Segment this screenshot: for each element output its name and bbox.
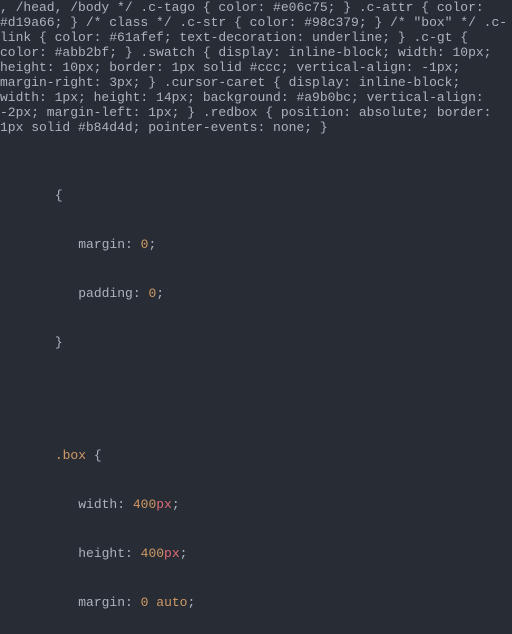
selector-box: .box (55, 448, 86, 463)
code-line[interactable]: height: 400px; (0, 544, 512, 563)
code-line[interactable]: margin: 0; (0, 235, 512, 254)
code-line[interactable] (0, 382, 512, 401)
brace-open: { (55, 188, 63, 203)
code-line[interactable]: } (0, 333, 512, 352)
code-line[interactable]: width: 400px; (0, 495, 512, 514)
brace-close: } (55, 335, 63, 350)
code-line[interactable]: padding: 0; (0, 284, 512, 303)
code-line[interactable]: .box { (0, 446, 512, 465)
code-editor[interactable]: { margin: 0; padding: 0; } .box { width:… (0, 135, 512, 634)
code-line[interactable]: margin: 0 auto; (0, 593, 512, 612)
code-line[interactable]: { (0, 186, 512, 205)
